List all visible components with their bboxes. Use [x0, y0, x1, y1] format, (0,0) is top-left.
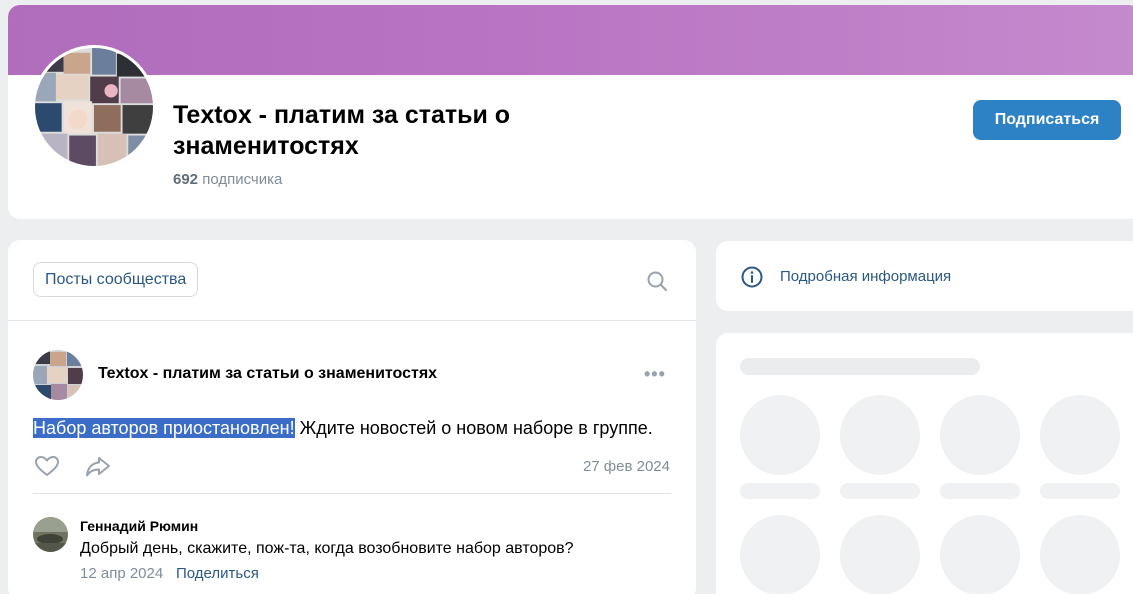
skeleton-avatar [1040, 515, 1120, 594]
subscribers-label: подписчика [202, 171, 283, 188]
skeleton-avatar [840, 515, 920, 594]
skeleton-avatar [1040, 395, 1120, 475]
post-author-name[interactable]: Textox - платим за статьи о знаменитостя… [98, 365, 437, 383]
more-icon[interactable]: ••• [644, 364, 666, 384]
selected-text: Набор авторов приостановлен! [33, 418, 295, 438]
skeleton-label [1040, 483, 1120, 499]
like-icon[interactable] [33, 452, 61, 480]
post-avatar-image [33, 350, 83, 400]
share-icon[interactable] [83, 452, 113, 480]
community-title: Textox - платим за статьи о знаменитостя… [173, 101, 511, 160]
subscribers-count[interactable]: 692 подписчика [173, 171, 282, 188]
skeleton-avatar [940, 395, 1020, 475]
skeleton-avatar [740, 395, 820, 475]
post-author-avatar[interactable] [33, 350, 83, 400]
post-date[interactable]: 27 фев 2024 [583, 458, 670, 475]
comment-date[interactable]: 12 апр 2024 [80, 565, 163, 582]
skeleton-label [840, 483, 920, 499]
divider [33, 493, 671, 494]
members-skeleton [716, 333, 1133, 594]
skeleton-avatar [940, 515, 1020, 594]
comment-avatar-image [33, 517, 68, 552]
skeleton-avatar [740, 515, 820, 594]
avatar-collage-image [35, 48, 153, 166]
skeleton-label [740, 483, 820, 499]
skeleton-label [940, 483, 1020, 499]
post-text-rest: Ждите новостей о новом наборе в группе. [294, 418, 653, 438]
community-feed: Посты сообщества Textox - платим за стат… [8, 240, 696, 594]
divider [8, 320, 696, 321]
comment-share-link[interactable]: Поделиться [176, 565, 259, 582]
skeleton-title [740, 358, 980, 375]
cover-image [8, 5, 1133, 75]
info-panel[interactable]: Подробная информация [716, 241, 1133, 311]
subscribe-button[interactable]: Подписаться [973, 100, 1121, 140]
info-label[interactable]: Подробная информация [780, 268, 951, 285]
comment-author-name[interactable]: Геннадий Рюмин [80, 518, 198, 534]
comment-author-avatar[interactable] [33, 517, 68, 552]
comment-text: Добрый день, скажите, пож-та, когда возо… [80, 540, 574, 557]
subscribers-number: 692 [173, 171, 199, 188]
info-icon [741, 266, 763, 288]
search-icon[interactable] [645, 269, 669, 293]
tab-community-posts[interactable]: Посты сообщества [33, 262, 199, 297]
skeleton-avatar [840, 395, 920, 475]
community-avatar[interactable] [32, 45, 156, 169]
post-text: Набор авторов приостановлен! Ждите новос… [33, 418, 653, 439]
community-header: Textox - платим за статьи о знаменитостя… [8, 5, 1133, 219]
